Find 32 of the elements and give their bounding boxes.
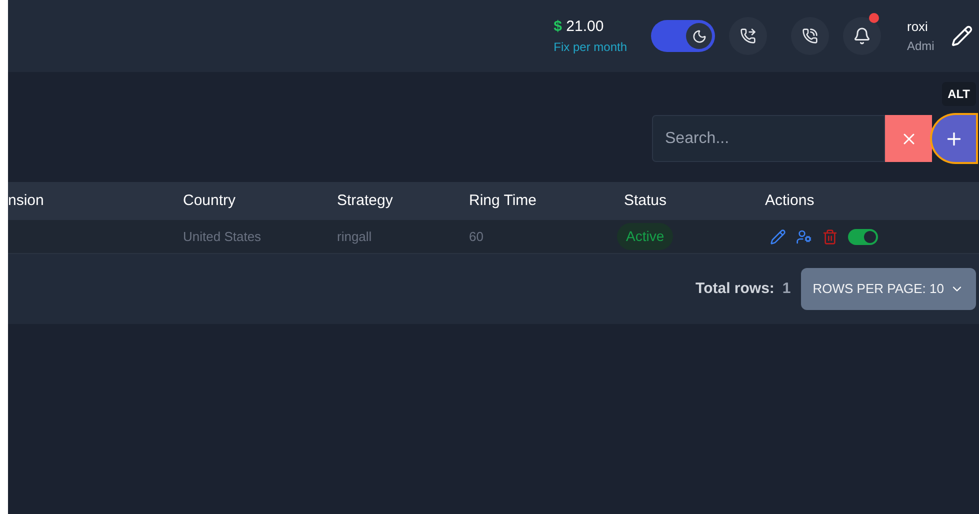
user-role: Admi [907,38,936,55]
user-settings-icon[interactable] [796,228,812,244]
status-badge: Active [617,223,674,250]
dark-mode-toggle[interactable] [651,20,715,52]
column-header: Strategy [337,192,393,209]
moon-icon [692,28,706,44]
enable-toggle[interactable] [848,228,878,244]
search-field[interactable]: Search... [652,115,885,162]
column-header: Ring Time [469,192,537,209]
call-forward-button[interactable] [729,17,767,55]
column-header: Status [624,192,667,209]
table-cell: ringall [337,228,372,244]
balance-amount: $ 21.00 [554,16,605,37]
currency-sign: $ [554,18,562,35]
phone-call-icon [802,28,818,44]
column-header: Actions [765,192,814,209]
rows-per-page-dropdown[interactable]: ROWS PER PAGE: 10 [800,268,976,310]
edit-icon[interactable] [770,228,786,244]
bell-icon [853,27,871,45]
column-header: Country [183,192,236,209]
pencil-icon[interactable] [951,25,973,47]
user-name: roxi [907,18,929,36]
shortcut-badge: ALT [942,82,976,106]
table-cell: 60 [469,228,484,244]
total-rows-count: 1 [782,278,791,299]
phone-call-button[interactable] [791,17,829,55]
phone-forward-icon [740,28,756,44]
column-header: nsion [8,192,44,209]
table-cell: United States [183,228,262,244]
total-rows-label: Total rows: [696,278,774,299]
add-button[interactable] [932,115,976,162]
balance-caption: Fix per month [554,39,627,56]
